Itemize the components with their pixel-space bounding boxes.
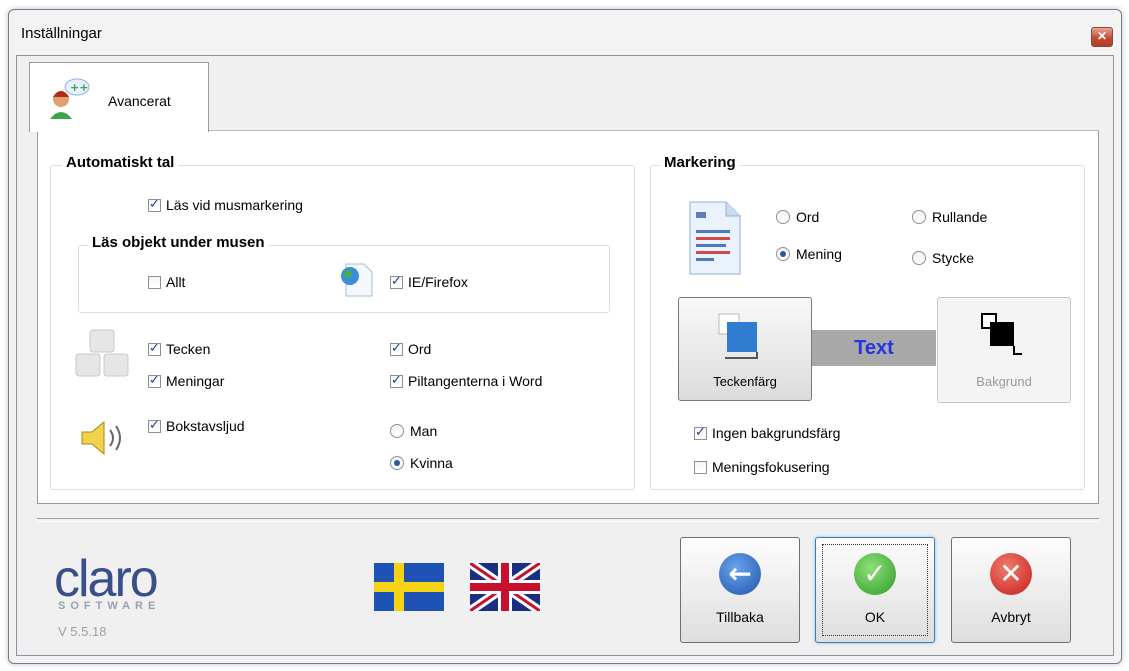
background-color-icon <box>981 313 1022 355</box>
characters-label: Tecken <box>166 341 211 357</box>
radio-circle <box>776 247 790 261</box>
radio-circle <box>912 210 926 224</box>
radio-circle <box>390 456 404 470</box>
checkbox-box <box>148 275 161 289</box>
auto-speech-title: Automatiskt tal <box>62 154 179 171</box>
close-button[interactable]: ✕ <box>1091 27 1113 47</box>
checkmark-icon: ✓ <box>854 553 896 595</box>
no-background-checkbox[interactable]: Ingen bakgrundsfärg <box>694 425 840 441</box>
voice-man-label: Man <box>410 423 438 439</box>
letter-sounds-label: Bokstavsljud <box>166 418 245 434</box>
read-under-mouse-title: Läs objekt under musen <box>88 234 269 251</box>
back-button-label: Tillbaka <box>716 609 764 625</box>
cancel-button[interactable]: ✕ Avbryt <box>951 537 1071 643</box>
letter-sounds-checkbox[interactable]: Bokstavsljud <box>148 418 245 434</box>
user-speech-icon: ++ <box>50 78 90 119</box>
radio-circle <box>776 210 790 224</box>
sentences-label: Meningar <box>166 373 225 389</box>
background-color-button[interactable]: Bakgrund <box>937 297 1071 403</box>
sentence-focus-checkbox[interactable]: Meningsfokusering <box>694 459 830 475</box>
mark-paragraph-radio[interactable]: Stycke <box>912 250 974 266</box>
text-color-label: Teckenfärg <box>713 374 777 389</box>
cancel-button-label: Avbryt <box>991 609 1031 625</box>
sample-text: Text <box>812 330 936 366</box>
title-bar: Inställningar ✕ <box>9 10 1121 54</box>
speaker-icon <box>81 420 121 456</box>
svg-text:++: ++ <box>70 81 88 94</box>
swedish-flag-icon[interactable] <box>374 563 444 611</box>
text-color-button[interactable]: Teckenfärg <box>678 297 812 401</box>
voice-woman-radio[interactable]: Kvinna <box>390 455 453 471</box>
version-label: V 5.5.18 <box>58 624 107 639</box>
arrow-keys-checkbox[interactable]: Piltangenterna i Word <box>390 373 542 389</box>
claro-logo: claro <box>54 550 159 608</box>
checkbox-box <box>390 373 403 388</box>
no-background-label: Ingen bakgrundsfärg <box>712 425 841 441</box>
words-label: Ord <box>408 341 432 357</box>
checkbox-box <box>390 274 403 289</box>
checkbox-box <box>694 460 707 474</box>
radio-circle <box>912 251 926 265</box>
ie-firefox-checkbox[interactable]: IE/Firefox <box>390 274 468 290</box>
radio-circle <box>390 424 404 438</box>
checkbox-box <box>148 373 161 388</box>
mark-scrolling-label: Rullande <box>932 209 988 225</box>
ok-button[interactable]: ✓ OK <box>815 537 935 643</box>
ok-button-label: OK <box>864 609 886 625</box>
mark-paragraph-label: Stycke <box>932 250 975 266</box>
background-color-label: Bakgrund <box>976 374 1032 389</box>
mark-sentence-radio[interactable]: Mening <box>776 246 842 262</box>
sentences-checkbox[interactable]: Meningar <box>148 373 224 389</box>
mark-word-radio[interactable]: Ord <box>776 209 819 225</box>
checkbox-box <box>148 341 161 356</box>
all-checkbox[interactable]: Allt <box>148 274 185 290</box>
checkbox-box <box>148 197 161 212</box>
tab-advanced[interactable]: ++ Avancerat <box>29 62 209 132</box>
auto-speech-group <box>50 165 635 490</box>
read-on-select-checkbox[interactable]: Läs vid musmarkering <box>148 197 303 213</box>
mark-scrolling-radio[interactable]: Rullande <box>912 209 987 225</box>
arrow-keys-label: Piltangenterna i Word <box>408 373 543 389</box>
text-color-icon <box>718 313 758 359</box>
uk-flag-icon[interactable] <box>470 563 540 611</box>
marking-title: Markering <box>660 154 740 171</box>
document-icon <box>689 201 741 275</box>
checkbox-box <box>148 418 161 433</box>
checkbox-box <box>694 425 707 440</box>
back-button[interactable]: ← Tillbaka <box>680 537 800 643</box>
read-on-select-label: Läs vid musmarkering <box>166 197 303 213</box>
window-title: Inställningar <box>21 25 102 42</box>
separator <box>37 518 1099 522</box>
tab-advanced-label: Avancerat <box>108 93 171 109</box>
close-icon: ✕ <box>1096 29 1108 43</box>
voice-woman-label: Kvinna <box>410 455 453 471</box>
sentence-focus-label: Meningsfokusering <box>712 459 830 475</box>
browser-document-icon <box>341 263 373 297</box>
characters-checkbox[interactable]: Tecken <box>148 341 210 357</box>
words-checkbox[interactable]: Ord <box>390 341 431 357</box>
logo-subtitle: SOFTWARE <box>58 600 161 612</box>
checkbox-box <box>390 341 403 356</box>
cancel-x-icon: ✕ <box>990 553 1032 595</box>
mark-word-label: Ord <box>796 209 820 225</box>
mark-sentence-label: Mening <box>796 246 842 262</box>
voice-man-radio[interactable]: Man <box>390 423 437 439</box>
back-arrow-icon: ← <box>719 553 761 595</box>
keyboard-keys-icon <box>75 329 129 377</box>
ie-firefox-label: IE/Firefox <box>408 274 468 290</box>
all-label: Allt <box>166 274 186 290</box>
